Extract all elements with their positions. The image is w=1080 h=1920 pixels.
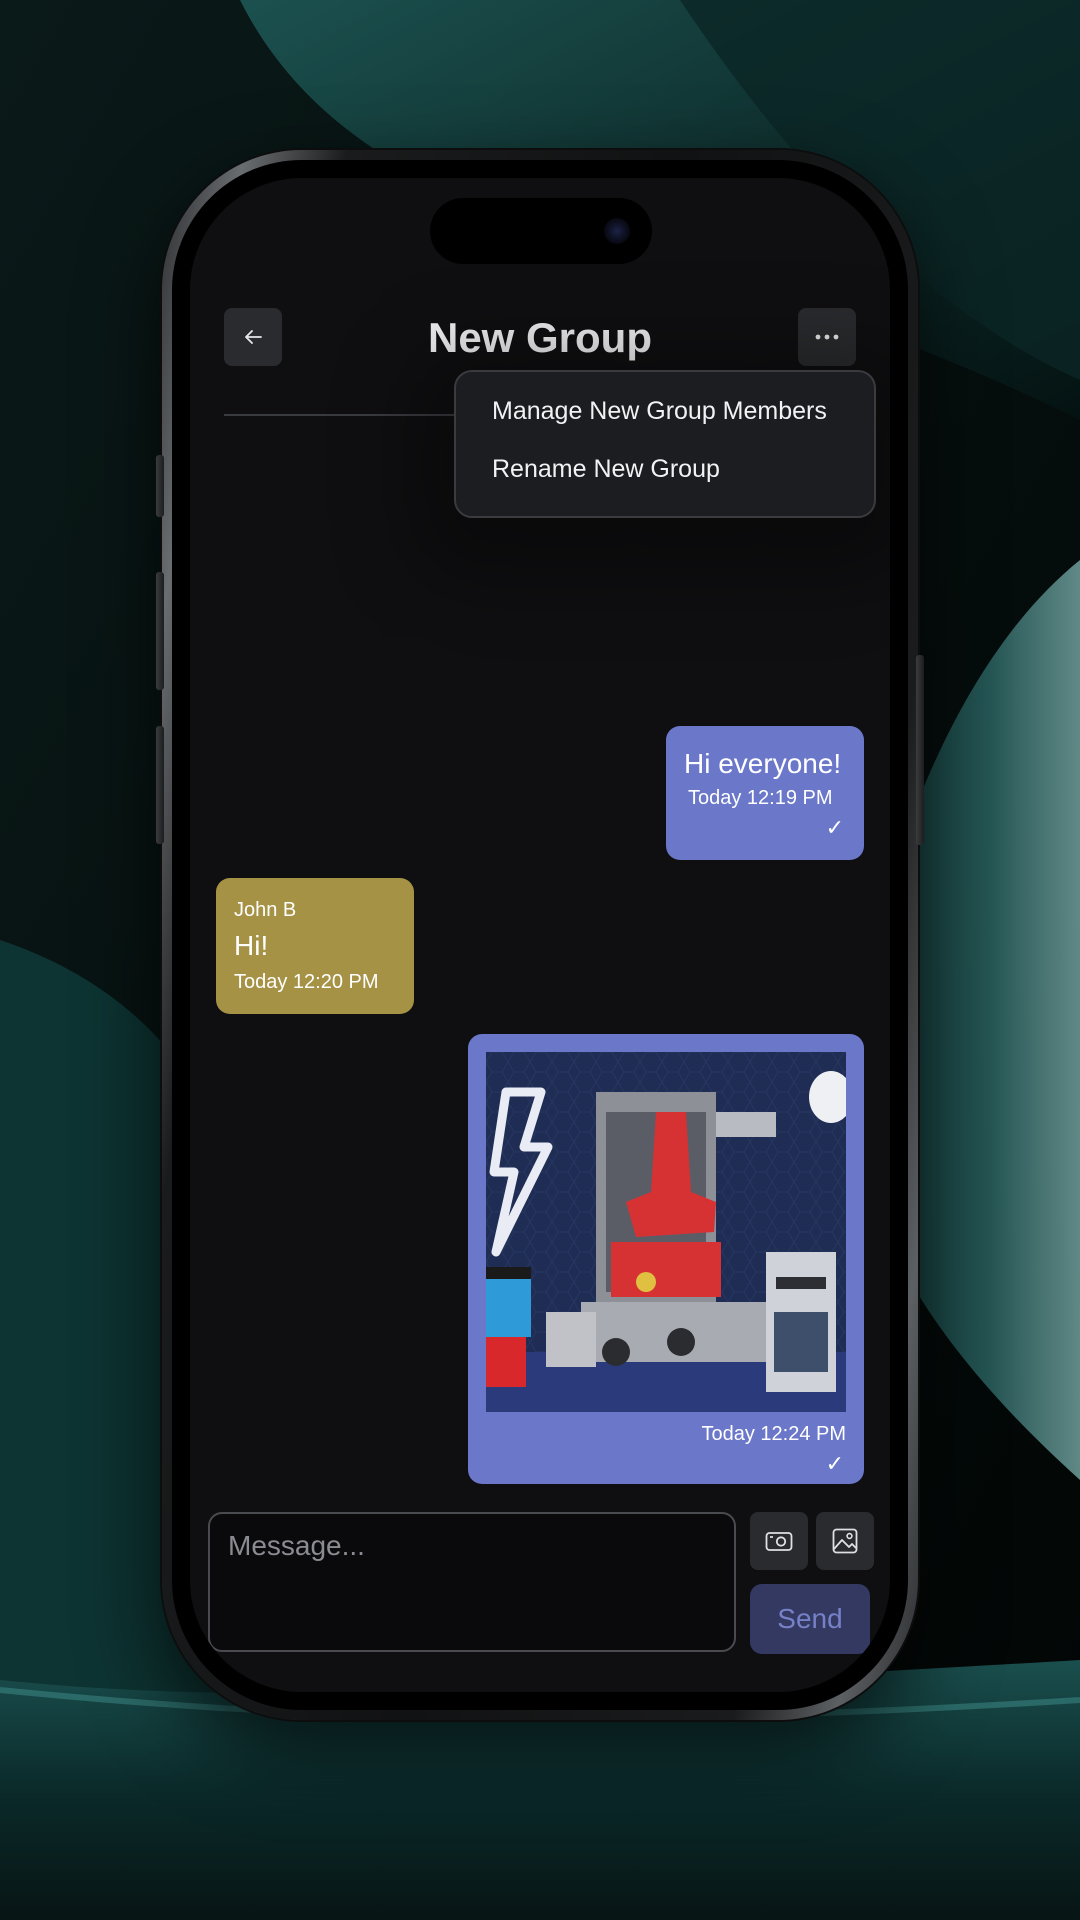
camera-button[interactable] [750,1512,808,1570]
message-time: Today 12:20 PM [234,971,379,993]
menu-item-manage-members[interactable]: Manage New Group Members [492,396,827,426]
page-title: New Group [427,314,652,361]
app-screen: New Group Manage New Group Members Renam… [190,178,890,1692]
side-button-volume-up [156,572,164,690]
side-button-action [156,455,164,517]
message-text: Hi everyone! [684,748,842,779]
checkmark-icon: ✓ [825,815,844,840]
sender-name: John B [234,899,297,921]
message-bubble-image[interactable]: Today 12:24 PM ✓ [468,1034,864,1484]
message-bubble-incoming[interactable]: John B Hi! Today 12:20 PM [216,878,414,1014]
message-image[interactable] [486,1052,846,1412]
message-bubble-outgoing[interactable]: Hi everyone! Today 12:19 PM ✓ [666,726,864,860]
front-camera-icon [604,218,630,244]
more-options-button[interactable] [798,308,856,366]
image-icon [832,1528,858,1554]
ellipsis-icon [815,334,839,340]
side-button-power [916,655,924,845]
gallery-button[interactable] [816,1512,874,1570]
camera-icon [765,1532,793,1551]
options-menu: Manage New Group Members Rename New Grou… [454,370,876,518]
robot-photo [486,1052,846,1412]
dynamic-island [430,198,652,264]
message-text: Hi! [234,930,269,961]
checkmark-icon: ✓ [825,1451,844,1476]
message-time: Today 12:19 PM [688,787,833,809]
message-input[interactable] [208,1512,736,1652]
menu-item-rename-group[interactable]: Rename New Group [492,454,720,484]
send-button[interactable]: Send [750,1584,870,1654]
side-button-volume-down [156,726,164,844]
message-time: Today 12:24 PM [701,1423,846,1445]
